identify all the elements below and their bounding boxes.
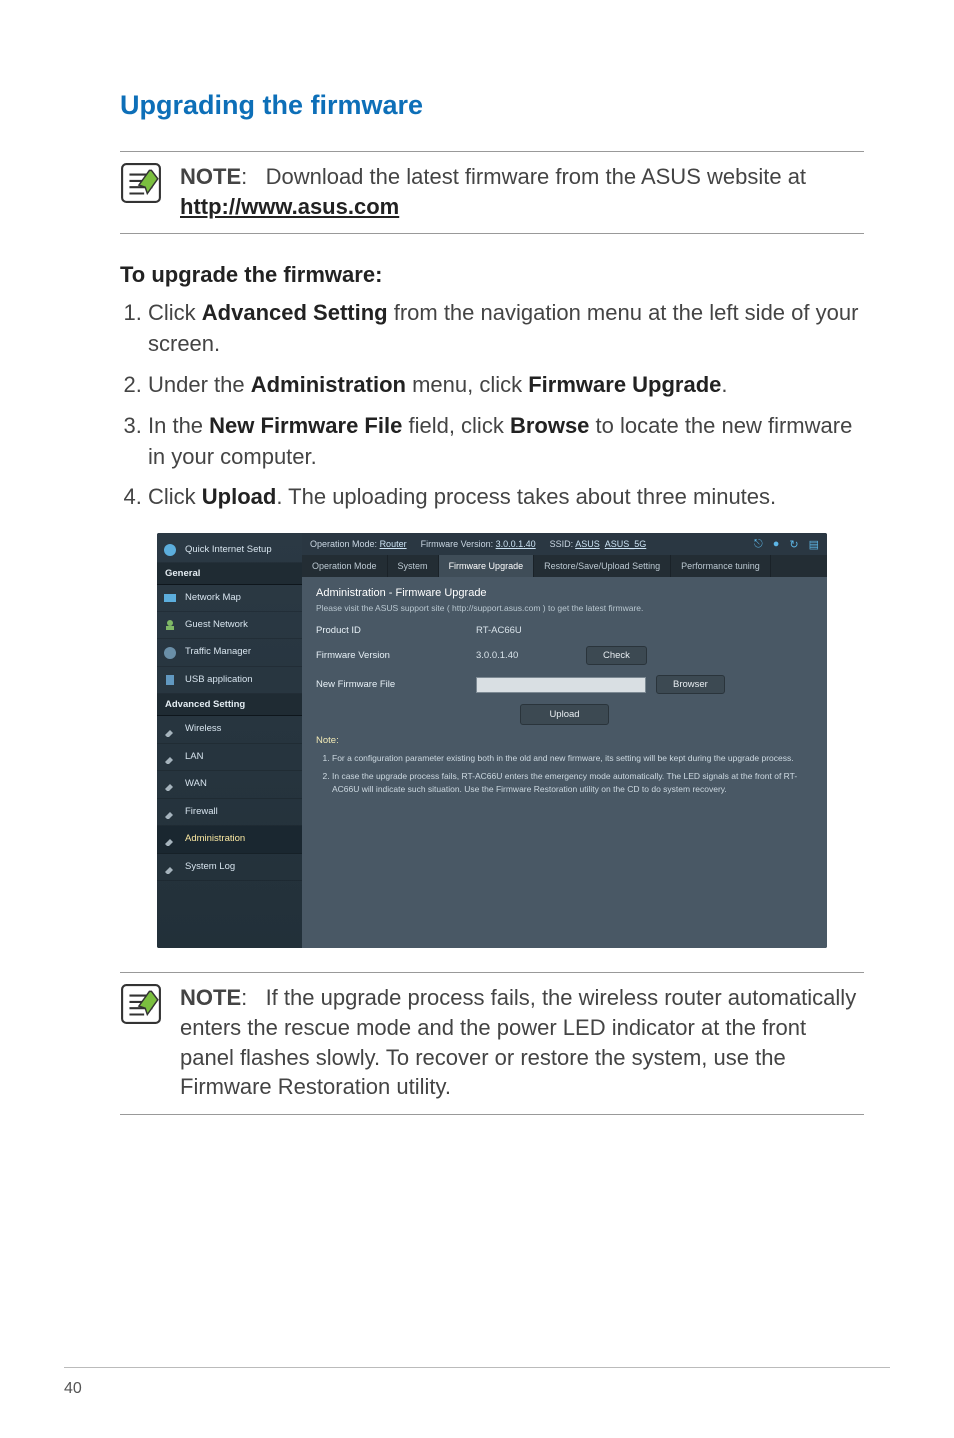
ssid-value-5g[interactable]: ASUS_5G	[605, 539, 647, 549]
sidebar-item-system-log[interactable]: System Log	[157, 854, 302, 881]
tool-icon	[163, 832, 177, 846]
note-text: NOTE: Download the latest firmware from …	[180, 162, 864, 221]
panel-subtitle: Please visit the ASUS support site ( htt…	[316, 603, 813, 613]
fw-value[interactable]: 3.0.0.1.40	[496, 539, 536, 549]
router-ui-screenshot: Quick Internet Setup General Network Map…	[157, 533, 827, 948]
step-3: In the New Firmware File field, click Br…	[148, 411, 864, 473]
row-product-id: Product ID RT-AC66U	[316, 625, 813, 636]
footer-rule	[64, 1367, 890, 1368]
help-icon[interactable]: ▤	[809, 538, 819, 551]
map-icon	[163, 591, 177, 605]
note-label: NOTE	[180, 985, 241, 1010]
product-id-value: RT-AC66U	[476, 625, 522, 636]
note-block-top: NOTE: Download the latest firmware from …	[120, 151, 864, 234]
sidebar-item-label: Traffic Manager	[185, 646, 251, 657]
steps-list: Click Advanced Setting from the navigati…	[120, 298, 864, 513]
note-icon	[120, 162, 162, 209]
traffic-icon	[163, 646, 177, 660]
panel-note-head: Note:	[316, 735, 813, 746]
tool-icon	[163, 805, 177, 819]
tab-operation-mode[interactable]: Operation Mode	[302, 555, 388, 577]
page-number: 40	[64, 1380, 82, 1398]
sidebar-item-label: WAN	[185, 778, 207, 789]
usb-icon	[163, 673, 177, 687]
sidebar-item-lan[interactable]: LAN	[157, 744, 302, 771]
note-block-bottom: NOTE: If the upgrade process fails, the …	[120, 972, 864, 1115]
note-icon	[120, 983, 162, 1030]
top-infobar: Operation Mode: Router Firmware Version:…	[302, 533, 827, 555]
firmware-version-label: Firmware Version	[316, 650, 476, 661]
tool-icon	[163, 723, 177, 737]
note-body: : If the upgrade process fails, the wire…	[180, 985, 856, 1099]
sidebar-item-guest-network[interactable]: Guest Network	[157, 612, 302, 639]
sidebar-item-administration[interactable]: Administration	[157, 826, 302, 853]
globe-icon[interactable]: ●	[773, 538, 780, 551]
sidebar-item-label: Wireless	[185, 723, 221, 734]
step-1: Click Advanced Setting from the navigati…	[148, 298, 864, 360]
topbar-icons: ⎋ ● ↻ ▤	[754, 538, 819, 551]
note-text: NOTE: If the upgrade process fails, the …	[180, 983, 864, 1102]
step-4: Click Upload. The uploading process take…	[148, 482, 864, 513]
sidebar-group-advanced: Advanced Setting	[157, 694, 302, 716]
ssid-value[interactable]: ASUS	[575, 539, 600, 549]
sidebar-item-usb-application[interactable]: USB application	[157, 667, 302, 694]
setup-icon	[163, 543, 177, 557]
sidebar-item-label: Guest Network	[185, 619, 248, 630]
opmode-label: Operation Mode:	[310, 539, 377, 549]
subheading: To upgrade the firmware:	[120, 262, 864, 288]
tab-restore-save-upload[interactable]: Restore/Save/Upload Setting	[534, 555, 671, 577]
sidebar-item-traffic-manager[interactable]: Traffic Manager	[157, 639, 302, 666]
sidebar-item-label: Firewall	[185, 806, 218, 817]
browse-button[interactable]: Browser	[656, 675, 725, 694]
note-link-asus[interactable]: http://www.asus.com	[180, 194, 399, 219]
fw-label: Firmware Version:	[421, 539, 494, 549]
new-firmware-input[interactable]	[476, 677, 646, 693]
sidebar-group-general: General	[157, 563, 302, 585]
admin-panel: Administration - Firmware Upgrade Please…	[302, 577, 827, 948]
sidebar: Quick Internet Setup General Network Map…	[157, 533, 302, 948]
tab-firmware-upgrade[interactable]: Firmware Upgrade	[439, 555, 535, 577]
step-2: Under the Administration menu, click Fir…	[148, 370, 864, 401]
sidebar-item-label: Quick Internet Setup	[185, 544, 272, 555]
tab-system[interactable]: System	[388, 555, 439, 577]
firmware-version-value: 3.0.0.1.40	[476, 650, 586, 661]
sidebar-item-label: USB application	[185, 674, 253, 685]
note-label: NOTE	[180, 164, 241, 189]
row-firmware-version: Firmware Version 3.0.0.1.40 Check	[316, 646, 813, 665]
sidebar-item-label: Network Map	[185, 592, 241, 603]
note-body: : Download the latest firmware from the …	[241, 164, 806, 189]
check-button[interactable]: Check	[586, 646, 647, 665]
sidebar-item-firewall[interactable]: Firewall	[157, 799, 302, 826]
sidebar-item-wireless[interactable]: Wireless	[157, 716, 302, 743]
tab-performance-tuning[interactable]: Performance tuning	[671, 555, 771, 577]
guest-icon	[163, 618, 177, 632]
opmode-value[interactable]: Router	[380, 539, 407, 549]
sidebar-item-label: LAN	[185, 751, 203, 762]
upload-button[interactable]: Upload	[520, 704, 608, 725]
sidebar-item-network-map[interactable]: Network Map	[157, 585, 302, 612]
tool-icon	[163, 860, 177, 874]
section-heading: Upgrading the firmware	[120, 90, 864, 121]
tool-icon	[163, 750, 177, 764]
row-new-firmware-file: New Firmware File Browser	[316, 675, 813, 694]
sidebar-item-label: System Log	[185, 861, 235, 872]
tool-icon	[163, 777, 177, 791]
new-firmware-label: New Firmware File	[316, 679, 476, 690]
panel-note-item: For a configuration parameter existing b…	[332, 752, 813, 765]
sidebar-item-wan[interactable]: WAN	[157, 771, 302, 798]
main-panel: Operation Mode: Router Firmware Version:…	[302, 533, 827, 948]
ssid-label: SSID:	[550, 539, 574, 549]
logout-icon[interactable]: ⎋	[754, 538, 763, 551]
panel-note-list: For a configuration parameter existing b…	[316, 752, 813, 795]
sidebar-item-quick-setup[interactable]: Quick Internet Setup	[157, 539, 302, 562]
reboot-icon[interactable]: ↻	[789, 538, 798, 551]
panel-note-item: In case the upgrade process fails, RT-AC…	[332, 770, 813, 796]
panel-title: Administration - Firmware Upgrade	[316, 587, 813, 599]
tab-bar: Operation Mode System Firmware Upgrade R…	[302, 555, 827, 577]
sidebar-item-label: Administration	[185, 833, 245, 844]
product-id-label: Product ID	[316, 625, 476, 636]
